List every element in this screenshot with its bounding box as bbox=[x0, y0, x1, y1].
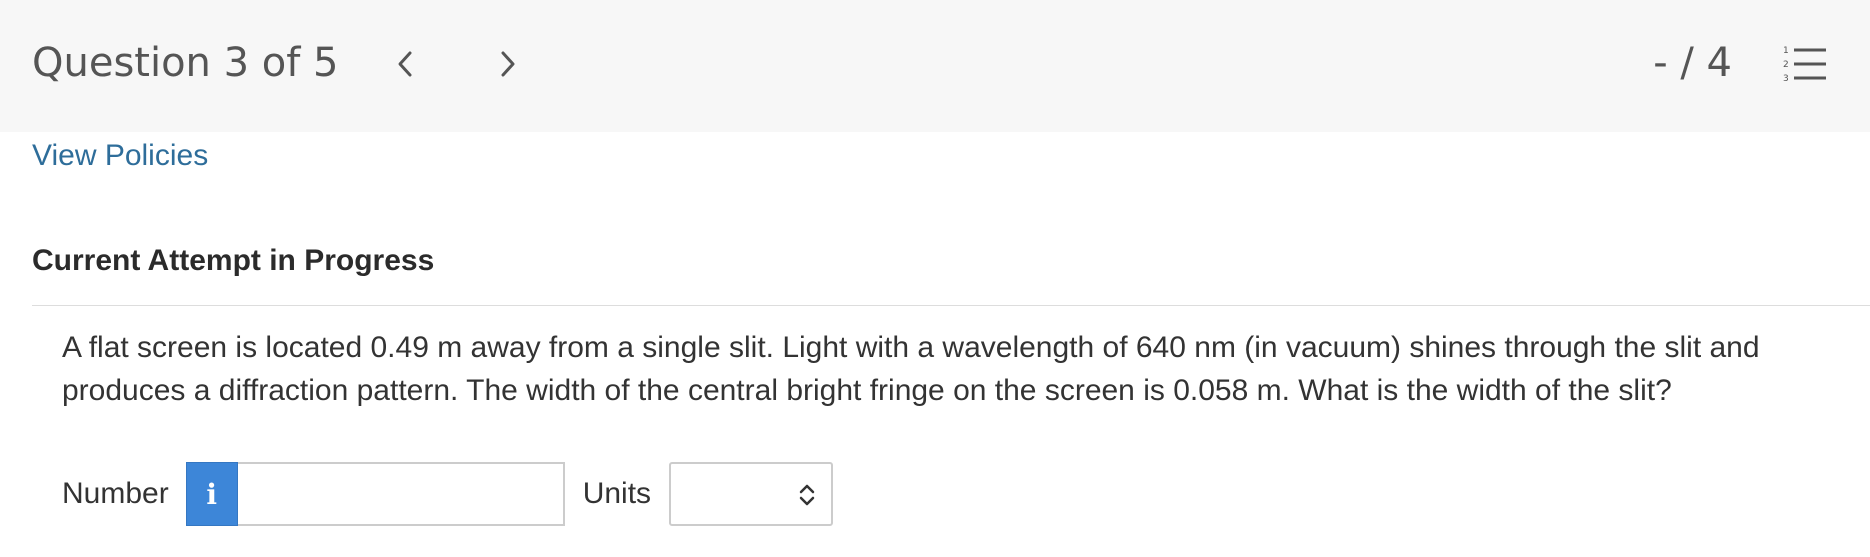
info-button[interactable]: i bbox=[185, 462, 238, 526]
chevron-right-icon bbox=[501, 51, 515, 77]
info-icon: i bbox=[206, 477, 218, 511]
numbered-list-icon: 1 2 3 bbox=[1783, 46, 1826, 84]
question-text: A flat screen is located 0.49 m away fro… bbox=[62, 331, 1760, 407]
section-divider bbox=[32, 305, 1870, 306]
question-header-bar: Question 3 of 5 - / 4 1 2 3 bbox=[0, 0, 1870, 132]
previous-question-button[interactable] bbox=[383, 42, 427, 86]
svg-text:2: 2 bbox=[1783, 60, 1789, 70]
chevron-left-icon bbox=[398, 51, 412, 77]
svg-text:3: 3 bbox=[1783, 74, 1789, 84]
attempt-status-heading: Current Attempt in Progress bbox=[32, 244, 435, 277]
question-list-button[interactable]: 1 2 3 bbox=[1782, 44, 1830, 86]
units-label: Units bbox=[582, 477, 652, 510]
question-counter: Question 3 of 5 bbox=[32, 40, 339, 86]
number-input[interactable] bbox=[237, 462, 565, 526]
view-policies-link[interactable]: View Policies bbox=[32, 138, 208, 174]
units-select[interactable] bbox=[669, 462, 834, 526]
updown-chevron-icon bbox=[799, 484, 815, 506]
score-display: - / 4 bbox=[1653, 40, 1732, 86]
answer-row: Number i Units bbox=[62, 461, 834, 527]
next-question-button[interactable] bbox=[486, 42, 530, 86]
svg-text:1: 1 bbox=[1783, 46, 1789, 56]
number-label: Number bbox=[62, 477, 169, 510]
